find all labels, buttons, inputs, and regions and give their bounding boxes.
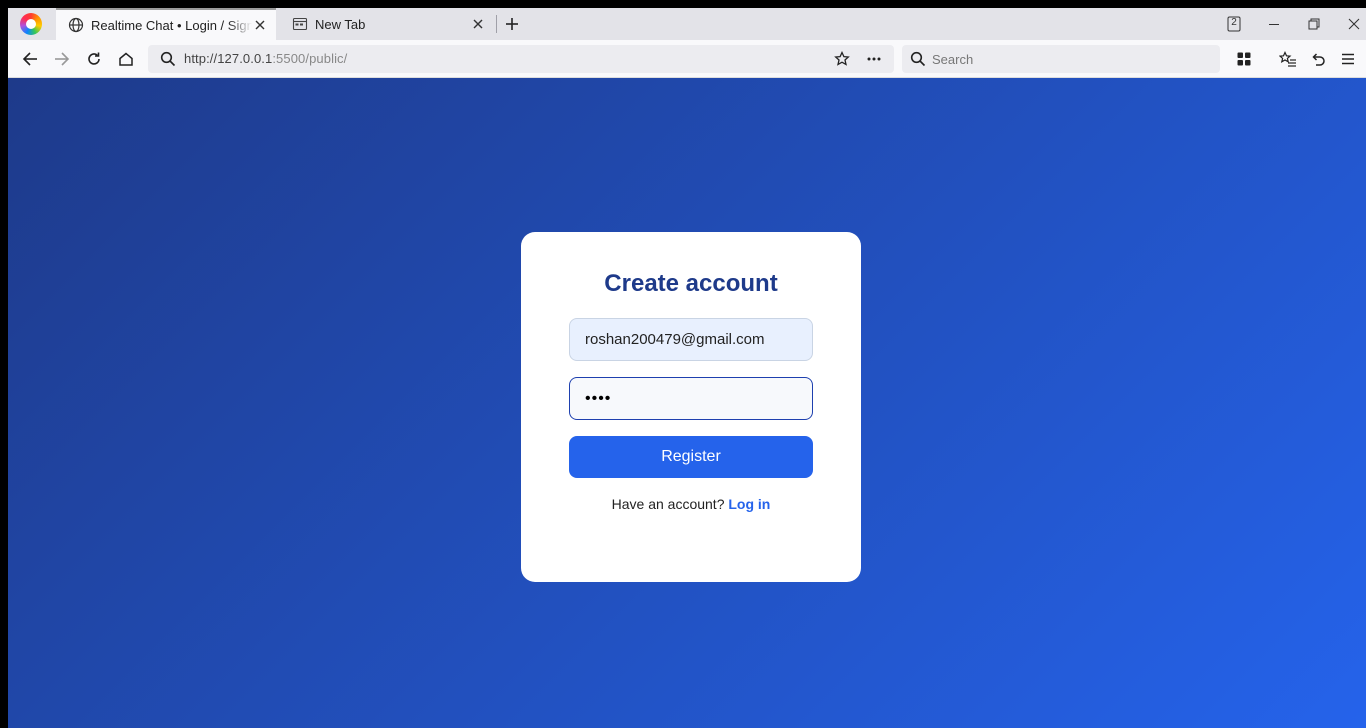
search-icon <box>910 51 926 67</box>
restore-icon[interactable] <box>1304 14 1324 34</box>
tab-realtime-chat[interactable]: Realtime Chat • Login / Sign-Up <box>56 8 276 40</box>
tab-label: Realtime Chat • Login / Sign-Up <box>91 17 252 33</box>
browser-logo-icon[interactable] <box>20 13 42 35</box>
password-field[interactable] <box>569 377 813 420</box>
search-icon <box>160 51 176 67</box>
close-tab-icon[interactable] <box>252 17 268 33</box>
close-tab-icon[interactable] <box>470 16 486 32</box>
tab-new-tab[interactable]: New Tab <box>280 8 494 40</box>
register-card: Create account Register Have an account?… <box>521 232 861 582</box>
login-prompt: Have an account? Log in <box>521 496 861 512</box>
reload-icon[interactable] <box>84 49 104 69</box>
tab-label: New Tab <box>315 16 366 32</box>
undo-icon[interactable] <box>1308 49 1328 69</box>
url-host: http://127.0.0.1 <box>184 51 273 66</box>
apps-grid-icon[interactable] <box>1234 49 1254 69</box>
more-options-icon[interactable] <box>866 51 882 67</box>
minimize-icon[interactable] <box>1264 14 1284 34</box>
web-search-bar[interactable] <box>902 45 1220 73</box>
new-tab-page-icon <box>292 16 308 32</box>
have-account-text: Have an account? <box>611 496 725 512</box>
favorites-list-icon[interactable] <box>1278 49 1298 69</box>
forward-arrow-icon[interactable] <box>52 49 72 69</box>
tab-divider <box>496 15 497 33</box>
back-arrow-icon[interactable] <box>20 49 40 69</box>
login-link[interactable]: Log in <box>728 496 770 512</box>
tab-strip: Realtime Chat • Login / Sign-Up New Tab <box>8 8 1366 40</box>
home-icon[interactable] <box>116 49 136 69</box>
browser-window: Realtime Chat • Login / Sign-Up New Tab <box>8 8 1366 728</box>
globe-icon <box>68 17 84 33</box>
web-search-input[interactable] <box>932 49 1202 69</box>
register-button[interactable]: Register <box>569 436 813 478</box>
tab-count-button[interactable]: 2 <box>1224 14 1244 34</box>
menu-icon[interactable] <box>1338 49 1358 69</box>
address-bar[interactable]: http://127.0.0.1:5500/public/ <box>148 45 894 73</box>
email-field[interactable] <box>569 318 813 361</box>
url-text[interactable]: http://127.0.0.1:5500/public/ <box>184 51 347 66</box>
page-content: Create account Register Have an account?… <box>8 78 1366 728</box>
url-path: :5500/public/ <box>272 51 348 66</box>
bookmark-star-icon[interactable] <box>834 50 850 67</box>
tab-count-badge: 2 <box>1231 17 1237 28</box>
close-window-icon[interactable] <box>1344 14 1364 34</box>
navigation-toolbar: http://127.0.0.1:5500/public/ <box>8 40 1366 78</box>
page-title: Create account <box>604 270 778 297</box>
new-tab-button[interactable] <box>502 14 522 34</box>
